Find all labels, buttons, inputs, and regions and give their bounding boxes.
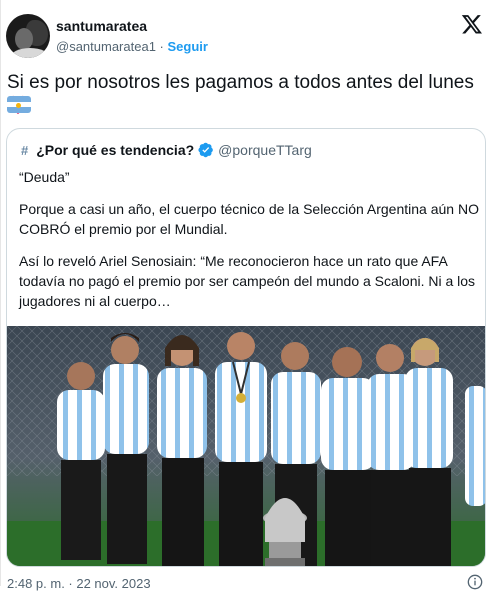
verified-badge-icon [198,142,214,158]
author-handle[interactable]: @santumaratea1 [56,39,156,54]
info-icon[interactable] [467,574,483,590]
follow-button[interactable]: Seguir [168,39,208,54]
argentina-flag-icon [7,96,31,113]
quote-paragraph: “Deuda” [19,169,70,185]
avatar[interactable] [6,14,50,58]
x-logo-icon[interactable] [461,13,483,35]
author-name[interactable]: santumaratea [56,18,147,34]
quoted-tweet-header: # ¿Por qué es tendencia? @porqueTTarg [21,142,312,158]
tweet-card: santumaratea @santumaratea1 · Seguir Si … [0,0,490,591]
quoted-account-handle[interactable]: @porqueTTarg [218,142,312,158]
quote-paragraph: Así lo reveló Ariel Senosiain: “Me recon… [19,253,476,309]
separator-dot: · [159,39,164,54]
author-handle-line: @santumaratea1 · Seguir [56,39,208,54]
tweet-text: Si es por nosotros les pagamos a todos a… [7,71,487,119]
hashtag-avatar-icon: # [21,142,29,158]
tweet-timestamp[interactable]: 2:48 p. m. · 22 nov. 2023 [7,576,151,591]
quote-paragraph: Porque a casi un año, el cuerpo técnico … [19,201,479,237]
quoted-tweet[interactable]: # ¿Por qué es tendencia? @porqueTTarg “D… [6,128,486,567]
tweet-text-content: Si es por nosotros les pagamos a todos a… [7,72,474,93]
team-staff-photo[interactable] [7,326,485,566]
quoted-account-name[interactable]: ¿Por qué es tendencia? [36,142,194,158]
quoted-tweet-text: “Deuda” Porque a casi un año, el cuerpo … [19,167,481,323]
